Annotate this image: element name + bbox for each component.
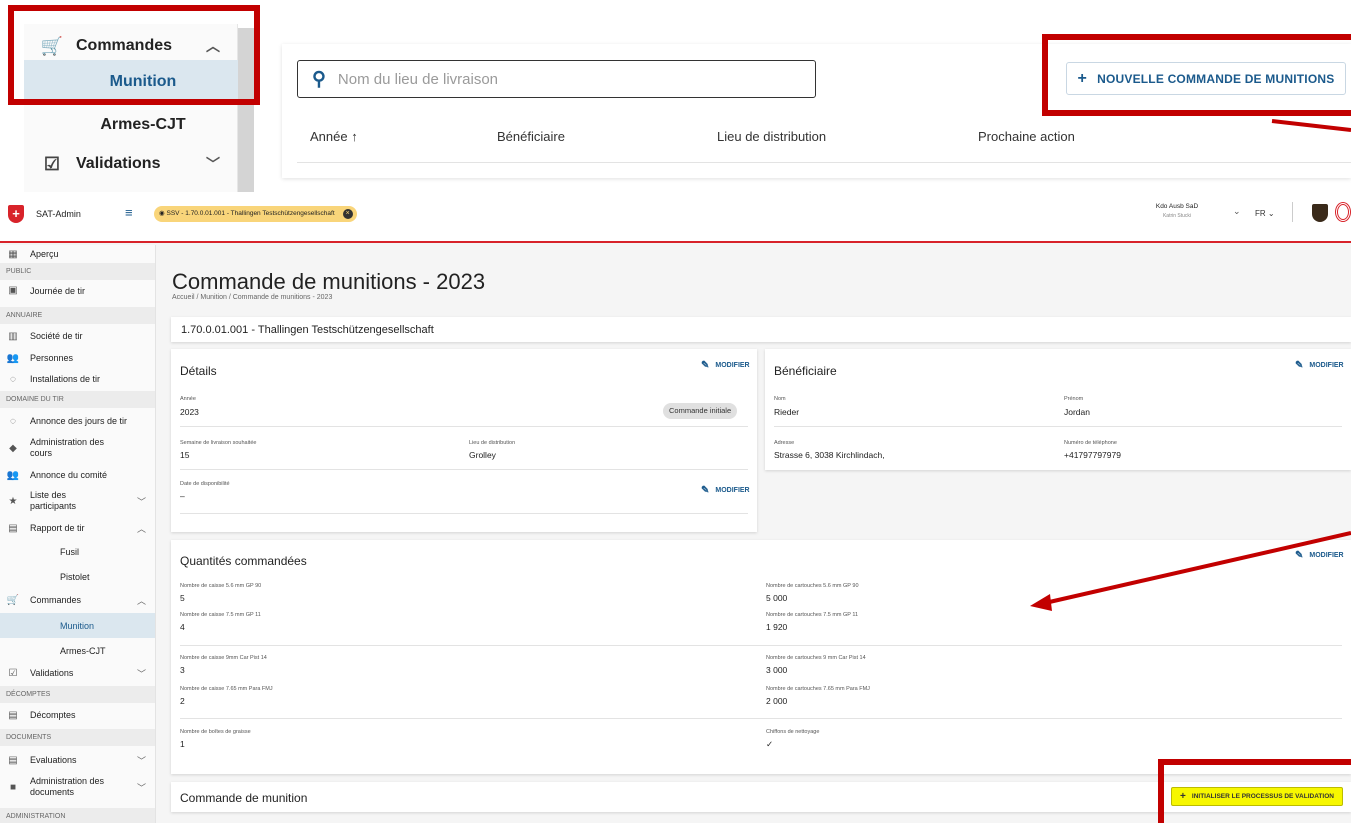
annotation-arrow-line [1044,531,1351,605]
annotation-arrows [1030,119,1351,611]
screenshot-composite: 🛒 Commandes ︿ Munition Armes-CJT ☑ Valid… [0,0,1351,823]
annotation-arrow-line-top [1271,119,1351,132]
annotation-arrow-head [1030,594,1052,611]
